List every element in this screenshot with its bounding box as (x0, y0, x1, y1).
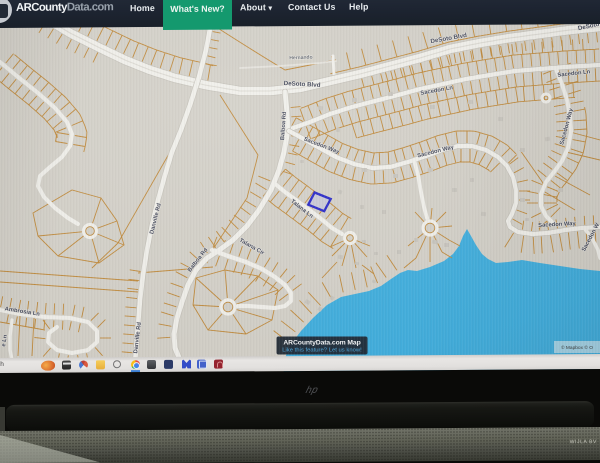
svg-text:ARCountyData.com Map: ARCountyData.com Map (283, 339, 360, 346)
svg-text:© Mapbox © O: © Mapbox © O (561, 344, 593, 351)
svg-text:Like this feature? Let us know: Like this feature? Let us know! (282, 348, 362, 354)
svg-text:Hernando: Hernando (289, 55, 313, 62)
